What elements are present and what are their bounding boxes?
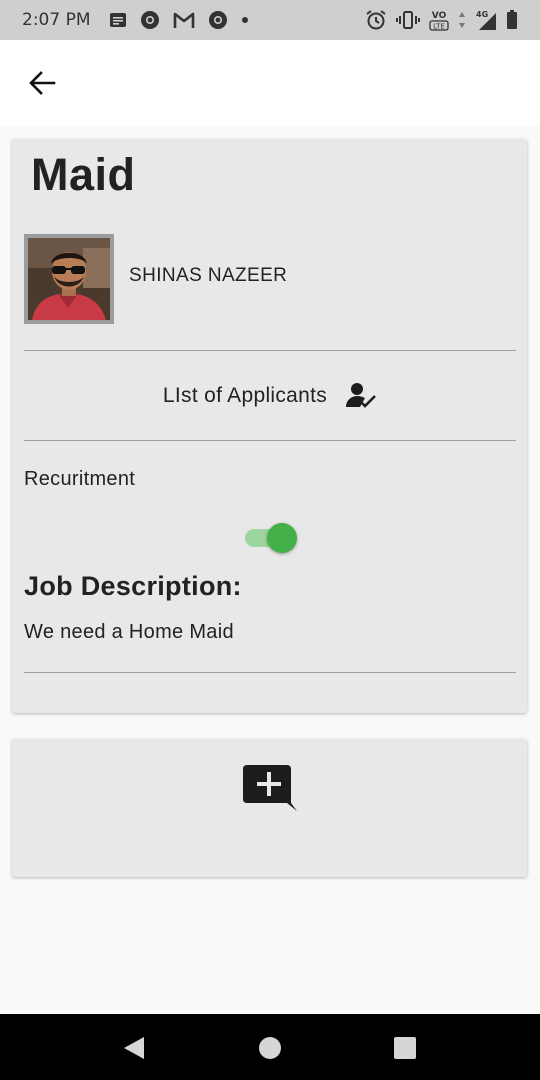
avatar-photo: [28, 238, 110, 320]
data-arrows-icon: [458, 11, 466, 29]
recruitment-label: Recuritment: [24, 468, 136, 490]
gmail-icon: [173, 12, 195, 29]
back-button[interactable]: [26, 67, 58, 99]
volte-icon: VO LTE: [429, 8, 449, 32]
notification-icons: [109, 10, 249, 30]
battery-icon: [506, 10, 518, 30]
app-bar: [0, 40, 540, 126]
vibrate-icon: [396, 10, 420, 30]
divider: [24, 672, 516, 673]
svg-text:VO: VO: [432, 11, 447, 21]
poster-name: SHINAS NAZEER: [129, 265, 288, 286]
job-description-heading: Job Description:: [24, 571, 242, 601]
job-card: Maid SHINAS NAZEER LIst of Applicants Re…: [12, 139, 527, 713]
nav-recents-button[interactable]: [392, 1035, 418, 1061]
comment-card: [12, 739, 527, 877]
alarm-icon: [365, 9, 387, 31]
svg-text:LTE: LTE: [433, 23, 445, 31]
divider: [24, 440, 516, 441]
signal-4g-icon: 4G: [475, 9, 497, 31]
dot-icon: [241, 16, 249, 24]
add-comment-button[interactable]: [241, 763, 297, 815]
back-triangle-icon: [124, 1037, 144, 1059]
home-circle-icon: [259, 1037, 281, 1059]
applicants-label: LIst of Applicants: [162, 384, 328, 407]
chrome-icon: [208, 10, 228, 30]
person-check-icon: [346, 383, 376, 408]
chrome-icon: [140, 10, 160, 30]
divider: [24, 350, 516, 351]
job-description-text: We need a Home Maid: [24, 621, 234, 643]
system-icons: VO LTE 4G: [365, 8, 518, 32]
job-title: Maid: [31, 149, 136, 200]
status-time: 2:07 PM: [22, 10, 91, 30]
arrow-back-icon: [29, 71, 56, 95]
navigation-bar: [0, 1014, 540, 1080]
toggle-thumb: [267, 523, 297, 553]
add-comment-icon: [243, 765, 297, 811]
list-of-applicants-button[interactable]: LIst of Applicants: [24, 352, 516, 440]
avatar[interactable]: [24, 234, 114, 324]
nav-back-button[interactable]: [121, 1035, 147, 1061]
status-bar: 2:07 PM VO LTE 4G: [0, 0, 540, 40]
nav-home-button[interactable]: [257, 1035, 283, 1061]
recents-square-icon: [394, 1037, 416, 1059]
svg-text:4G: 4G: [476, 10, 488, 19]
message-icon: [109, 12, 127, 28]
recruitment-toggle[interactable]: [245, 521, 301, 555]
